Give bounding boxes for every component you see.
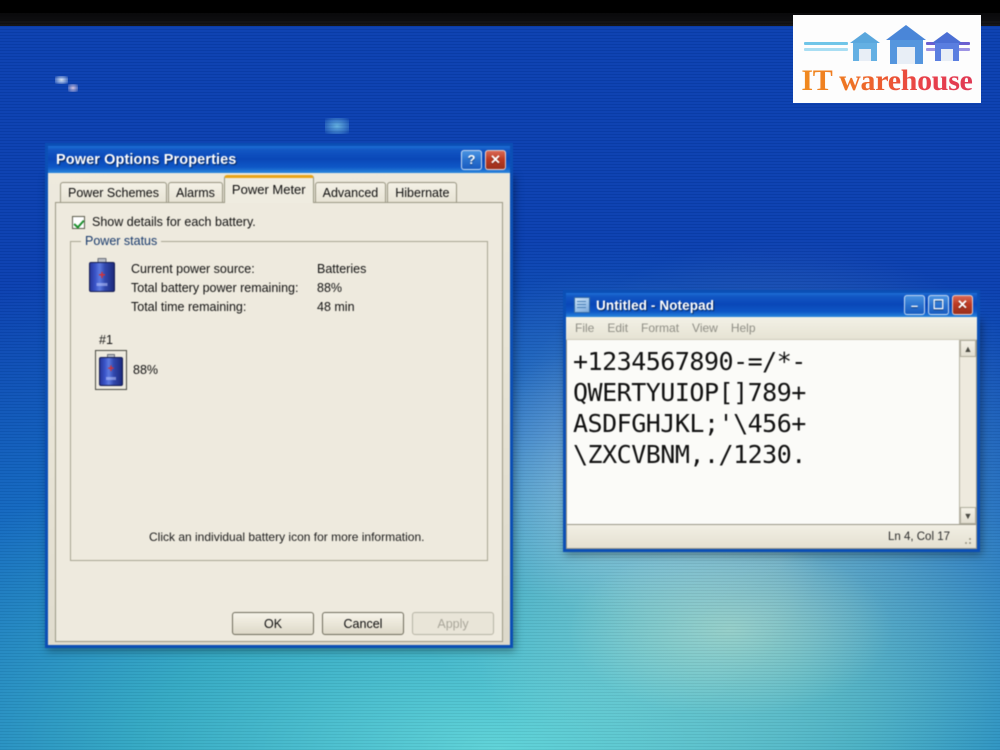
power-dialog-buttons[interactable]: OK Cancel Apply <box>232 612 494 635</box>
status-value-time: 48 min <box>317 300 355 314</box>
power-dialog-body: Power Schemes Alarms Power Meter Advance… <box>48 173 510 645</box>
scroll-down-icon[interactable]: ▼ <box>960 507 976 524</box>
battery-hint-text: Click an individual battery icon for mor… <box>149 530 425 544</box>
tab-power-meter[interactable]: Power Meter <box>223 175 314 203</box>
menu-item-edit[interactable]: Edit <box>607 321 628 335</box>
status-line-source: Current power source: Batteries <box>131 260 366 279</box>
it-warehouse-logo: IT warehouse <box>793 15 981 103</box>
logo-text: IT warehouse <box>801 64 973 97</box>
notepad-text-area[interactable]: +1234567890-=/*- QWERTYUIOP[]789+ ASDFGH… <box>567 340 959 524</box>
maximize-icon[interactable]: ☐ <box>928 295 949 315</box>
notepad-title: Untitled - Notepad <box>596 297 715 313</box>
power-dialog-title-bar[interactable]: Power Options Properties ? ✕ <box>45 143 513 173</box>
close-icon[interactable]: ✕ <box>485 149 506 170</box>
power-status-group: Power status + Current power source: Bat… <box>70 234 488 561</box>
menu-item-help[interactable]: Help <box>731 321 756 335</box>
power-options-dialog[interactable]: Power Options Properties ? ✕ Power Schem… <box>45 143 513 648</box>
battery-entry-1[interactable]: + 88% <box>95 350 475 390</box>
power-status-summary: + Current power source: Batteries Total … <box>83 256 475 317</box>
tab-advanced[interactable]: Advanced <box>314 182 387 204</box>
monitor-bezel-edge <box>0 0 1000 13</box>
close-icon[interactable]: ✕ <box>952 295 973 315</box>
battery-icon-1: + <box>99 354 123 386</box>
cursor-position-text: Ln 4, Col 17 <box>887 530 950 543</box>
monitor-photo: IT warehouse Power Options Properties ? … <box>0 0 1000 750</box>
tab-power-schemes[interactable]: Power Schemes <box>60 182 168 204</box>
logo-bar-left-top <box>804 42 848 45</box>
power-meter-panel: Show details for each battery. Power sta… <box>55 202 503 642</box>
power-status-group-title: Power status <box>81 234 162 248</box>
notepad-window[interactable]: Untitled - Notepad – ☐ ✕ File Edit Forma… <box>563 290 980 552</box>
status-key-time: Total time remaining: <box>131 300 247 314</box>
warehouse-icons <box>802 20 972 64</box>
notepad-client-area[interactable]: +1234567890-=/*- QWERTYUIOP[]789+ ASDFGH… <box>566 340 977 525</box>
notepad-status-bar: Ln 4, Col 17 <box>566 525 977 549</box>
menu-item-file[interactable]: File <box>575 321 594 335</box>
status-line-time: Total time remaining: 48 min <box>131 298 366 317</box>
notepad-menu-bar[interactable]: File Edit Format View Help <box>566 317 977 340</box>
screen-speck-three <box>325 118 349 134</box>
status-key-percent: Total battery power remaining: <box>131 281 299 295</box>
show-details-label: Show details for each battery. <box>92 215 256 229</box>
cancel-button[interactable]: Cancel <box>322 612 404 635</box>
screen-speck-one <box>55 76 68 84</box>
power-status-lines: Current power source: Batteries Total ba… <box>131 256 366 317</box>
screen-speck-two <box>68 84 78 92</box>
help-icon[interactable]: ? <box>461 149 482 170</box>
apply-button: Apply <box>412 612 494 635</box>
notepad-title-bar[interactable]: Untitled - Notepad – ☐ ✕ <box>563 290 980 317</box>
notepad-frame: File Edit Format View Help +1234567890-=… <box>563 317 980 552</box>
status-key-source: Current power source: <box>131 262 255 276</box>
tab-hibernate[interactable]: Hibernate <box>387 182 458 204</box>
warehouse-icon-left <box>850 32 880 61</box>
status-value-source: Batteries <box>317 262 367 276</box>
resize-grip-icon[interactable] <box>961 534 973 546</box>
show-details-checkbox-row[interactable]: Show details for each battery. <box>72 215 490 229</box>
power-dialog-tabs[interactable]: Power Schemes Alarms Power Meter Advance… <box>55 175 503 204</box>
battery-icon-button-1[interactable]: + <box>95 350 127 390</box>
menu-item-format[interactable]: Format <box>641 321 679 335</box>
power-dialog-title-buttons[interactable]: ? ✕ <box>461 149 506 170</box>
notepad-vertical-scrollbar[interactable]: ▲ ▼ <box>959 340 976 524</box>
status-value-percent: 88% <box>317 281 343 295</box>
power-dialog-frame: Power Schemes Alarms Power Meter Advance… <box>45 173 513 648</box>
warehouse-icon-center <box>886 25 926 64</box>
notepad-title-buttons[interactable]: – ☐ ✕ <box>904 295 973 315</box>
battery-percent-1: 88% <box>133 363 159 377</box>
power-dialog-title: Power Options Properties <box>56 151 237 168</box>
scroll-up-icon[interactable]: ▲ <box>960 340 976 357</box>
tab-alarms[interactable]: Alarms <box>168 182 223 204</box>
logo-bar-left-bottom <box>804 48 848 51</box>
battery-icon-overall: + <box>89 258 115 292</box>
warehouse-icon-right <box>932 32 962 61</box>
show-details-checkbox[interactable] <box>72 215 85 229</box>
menu-item-view[interactable]: View <box>692 321 718 335</box>
ok-button[interactable]: OK <box>232 612 314 635</box>
notepad-icon <box>574 297 590 313</box>
battery-number-label: #1 <box>99 333 113 347</box>
status-line-percent: Total battery power remaining: 88% <box>131 279 366 298</box>
minimize-icon[interactable]: – <box>904 295 925 315</box>
